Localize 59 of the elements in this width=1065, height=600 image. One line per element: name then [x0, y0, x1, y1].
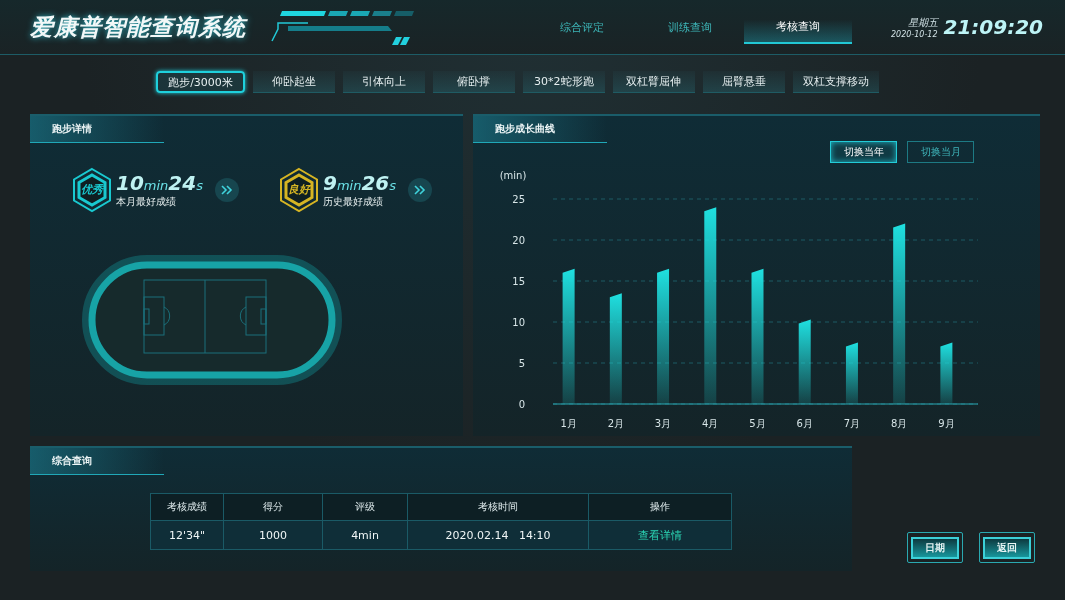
axis-label: (min)	[499, 170, 527, 181]
score-caption: 历史最好成绩	[323, 195, 384, 209]
grade-label: 良好	[288, 182, 310, 197]
event-tab[interactable]: 引体向上	[342, 71, 425, 93]
event-tab[interactable]: 30*2蛇形跑	[522, 71, 605, 93]
axis-tick-label: 15	[512, 276, 525, 287]
event-tab[interactable]: 屈臂悬垂	[702, 71, 785, 93]
axis-tick-label: 7月	[843, 418, 861, 429]
column-header: 得分	[223, 493, 323, 521]
axis-tick-label: 2月	[607, 418, 624, 429]
grade-label: 优秀	[81, 182, 103, 197]
panel-title: 跑步成长曲线	[473, 116, 607, 143]
nav-tab[interactable]: 训练查询	[636, 10, 744, 44]
event-tab[interactable]: 仰卧起坐	[252, 71, 335, 93]
axis-tick-label: 5月	[749, 418, 766, 429]
event-tab[interactable]: 双杠臂屈伸	[612, 71, 695, 93]
axis-tick-label: 9月	[938, 418, 955, 429]
double-chevron-icon	[221, 185, 233, 195]
table-cell: 12'34"	[150, 520, 224, 550]
panel-title: 综合查询	[30, 448, 164, 475]
more-button[interactable]	[215, 178, 239, 202]
axis-tick-label: 25	[512, 194, 525, 205]
axis-tick-label: 1月	[560, 418, 577, 429]
bar	[845, 342, 858, 404]
column-header: 考核成绩	[150, 493, 224, 521]
axis-tick-label: 3月	[654, 418, 672, 429]
score-value: 9min26s	[323, 171, 397, 195]
axis-tick-label: 10	[512, 317, 525, 328]
action-button[interactable]: 日期	[911, 537, 959, 559]
period-toggle[interactable]: 切换当年	[830, 141, 897, 163]
axis-tick-label: 8月	[891, 418, 908, 429]
table-cell: 1000	[223, 520, 323, 550]
double-chevron-icon	[414, 185, 427, 195]
weekday-label: 星期五	[907, 15, 938, 30]
score-caption: 本月最好成绩	[116, 195, 177, 209]
more-button[interactable]	[408, 178, 433, 202]
event-tab[interactable]: 俯卧撑	[432, 71, 515, 93]
app-title: 爱康普智能查询系统	[30, 12, 246, 42]
event-tab[interactable]: 双杠支撑移动	[792, 71, 879, 93]
table-cell: 4min	[322, 520, 408, 550]
period-toggle[interactable]: 切换当月	[907, 141, 974, 163]
axis-tick-label: 6月	[796, 418, 813, 429]
axis-tick-label: 4月	[702, 418, 719, 429]
score-value: 10min24s	[116, 171, 203, 195]
event-tab[interactable]: 跑步/3000米	[156, 71, 245, 93]
column-header: 评级	[322, 493, 408, 521]
axis-tick-label: 20	[512, 235, 525, 246]
bar	[940, 342, 953, 404]
details-link[interactable]: 查看详情	[638, 528, 682, 542]
table-cell: 2020.02.14 14:10	[407, 520, 589, 550]
action-button[interactable]: 返回	[983, 537, 1031, 559]
column-header: 考核时间	[407, 493, 589, 521]
nav-tab[interactable]: 综合评定	[528, 10, 636, 44]
column-header: 操作	[588, 493, 732, 521]
time-label: 21:09:20	[943, 15, 1043, 39]
axis-tick-label: 0	[518, 399, 525, 410]
date-label: 2020-10-12	[891, 29, 938, 39]
panel-title: 跑步详情	[30, 116, 164, 143]
axis-tick-label: 5	[518, 358, 525, 369]
